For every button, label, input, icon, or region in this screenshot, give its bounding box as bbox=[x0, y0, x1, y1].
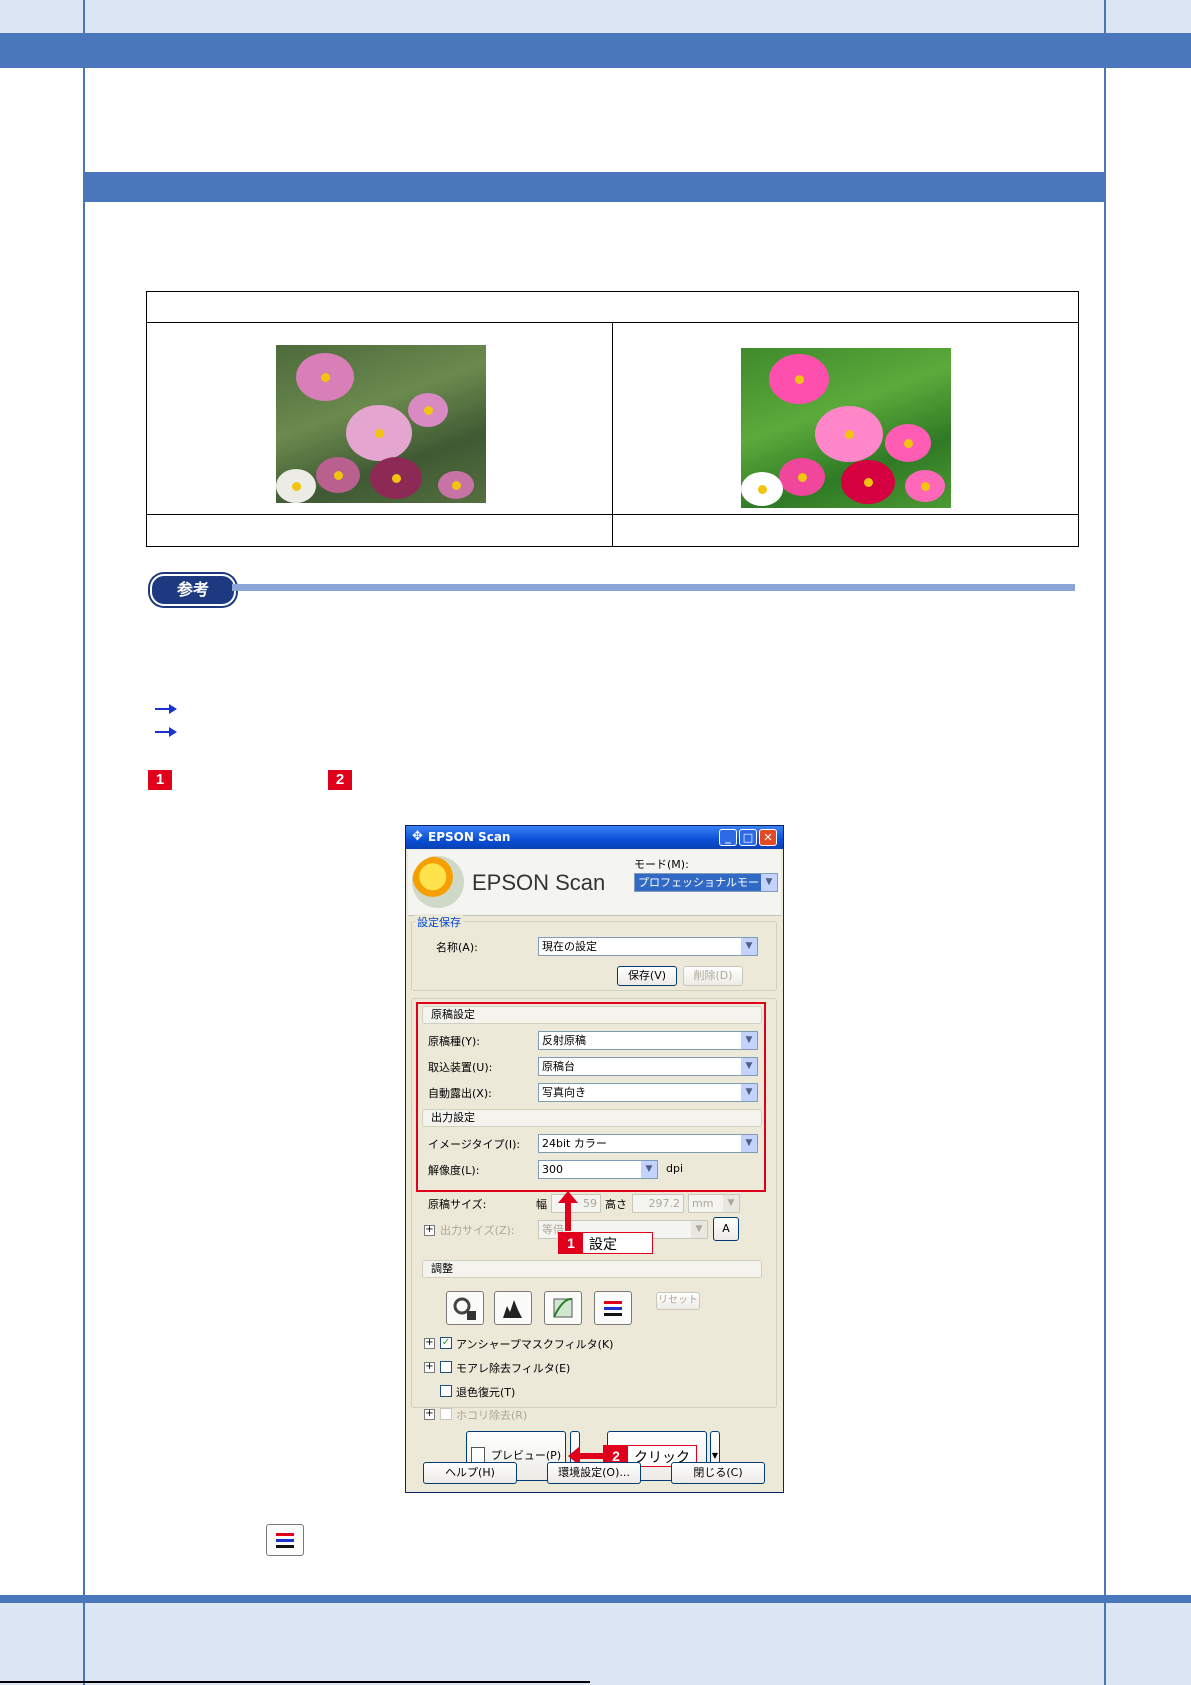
expand-unsharp-icon[interactable]: + bbox=[424, 1338, 435, 1349]
name-value: 現在の設定 bbox=[542, 940, 597, 953]
step-marker-2: 2 bbox=[328, 770, 352, 790]
unsharp-checkbox[interactable]: ✓ bbox=[440, 1337, 452, 1349]
auto-exposure-tool-button[interactable] bbox=[446, 1291, 484, 1325]
section-heading-bar bbox=[85, 172, 1105, 202]
unit-select[interactable]: mm ▼ bbox=[688, 1194, 740, 1213]
tone-curve-icon bbox=[553, 1297, 573, 1318]
callout-1-number: 1 bbox=[559, 1233, 583, 1253]
dust-removal-checkbox[interactable] bbox=[440, 1408, 452, 1420]
epson-scan-dialog: ✥ EPSON Scan _ □ ✕ EPSON Scan モード(M): プロ… bbox=[405, 825, 784, 1493]
preferences-button[interactable]: 環境設定(O)... bbox=[547, 1462, 641, 1484]
chevron-down-icon: ▼ bbox=[741, 938, 757, 955]
close-button[interactable]: 閉じる(C) bbox=[671, 1462, 765, 1484]
expand-dust-icon[interactable]: + bbox=[424, 1409, 435, 1420]
mode-label: モード(M): bbox=[634, 858, 689, 871]
header-bar bbox=[0, 33, 1191, 68]
height-label: 高さ bbox=[605, 1198, 627, 1211]
delete-button[interactable]: 削除(D) bbox=[683, 966, 743, 986]
chevron-down-icon: ▼ bbox=[691, 1221, 707, 1238]
right-margin-line bbox=[1104, 0, 1106, 1685]
doc-size-label: 原稿サイズ: bbox=[428, 1198, 487, 1211]
maximize-button[interactable]: □ bbox=[739, 829, 757, 846]
settings-highlight-box bbox=[416, 1002, 766, 1192]
app-icon: ✥ bbox=[412, 829, 423, 844]
settings-save-label: 設定保存 bbox=[415, 914, 463, 930]
moire-label: モアレ除去フィルタ(E) bbox=[456, 1362, 571, 1375]
unsharp-label: アンシャープマスクフィルタ(K) bbox=[456, 1338, 614, 1351]
color-balance-icon bbox=[604, 1301, 622, 1316]
color-adjust-inline-icon bbox=[266, 1524, 304, 1556]
histogram-tool-button[interactable] bbox=[494, 1291, 532, 1325]
dialog-title: EPSON Scan bbox=[428, 830, 511, 844]
photo-before bbox=[276, 345, 486, 503]
save-button[interactable]: 保存(V) bbox=[617, 966, 677, 986]
mode-select[interactable]: プロフェッショナルモード ▼ bbox=[634, 873, 778, 892]
height-field[interactable]: 297.2 bbox=[632, 1194, 684, 1213]
callout-1: 1 設定 bbox=[558, 1232, 653, 1254]
photo-after bbox=[741, 348, 951, 508]
unit-value: mm bbox=[692, 1197, 714, 1210]
arrow-right-icon bbox=[155, 704, 177, 714]
dialog-titlebar: ✥ EPSON Scan _ □ ✕ bbox=[406, 826, 783, 849]
callout-arrow-up-icon bbox=[558, 1191, 578, 1231]
output-size-lock-button[interactable]: A bbox=[713, 1217, 739, 1241]
color-adjust-tool-button[interactable] bbox=[594, 1291, 632, 1325]
adjust-header: 調整 bbox=[422, 1260, 762, 1278]
close-window-button[interactable]: ✕ bbox=[759, 829, 777, 846]
chevron-down-icon: ▼ bbox=[761, 874, 777, 891]
output-size-label: 出力サイズ(Z): bbox=[440, 1224, 515, 1237]
fade-restore-label: 退色復元(T) bbox=[456, 1386, 516, 1399]
minimize-button[interactable]: _ bbox=[719, 829, 737, 846]
header-band bbox=[0, 0, 1191, 33]
name-select[interactable]: 現在の設定 ▼ bbox=[538, 937, 758, 956]
reset-button[interactable]: リセット bbox=[656, 1292, 700, 1310]
color-balance-icon bbox=[276, 1533, 294, 1548]
banner-brand: EPSON Scan bbox=[472, 870, 606, 895]
chevron-down-icon: ▼ bbox=[723, 1195, 739, 1212]
note-rule bbox=[232, 584, 1075, 591]
mode-value: プロフェッショナルモード bbox=[638, 876, 770, 889]
dust-removal-label: ホコリ除去(R) bbox=[456, 1409, 528, 1422]
comparison-table-header bbox=[147, 292, 1078, 323]
dialog-banner: EPSON Scan モード(M): プロフェッショナルモード ▼ bbox=[408, 850, 781, 916]
magnifier-icon bbox=[453, 1297, 476, 1320]
note-icon: 参考 bbox=[150, 574, 236, 606]
footer-band bbox=[0, 1595, 1191, 1685]
name-label: 名称(A): bbox=[436, 941, 478, 954]
comparison-table bbox=[146, 291, 1079, 547]
expand-moire-icon[interactable]: + bbox=[424, 1362, 435, 1373]
left-margin-line bbox=[83, 0, 85, 1685]
histogram-icon bbox=[503, 1300, 522, 1318]
fade-restore-checkbox[interactable] bbox=[440, 1385, 452, 1397]
moire-checkbox[interactable] bbox=[440, 1361, 452, 1373]
comparison-table-footer-rule bbox=[147, 514, 1078, 515]
footer-rule bbox=[0, 1681, 590, 1683]
footer-bar bbox=[0, 1595, 1191, 1603]
preview-button-label: プレビュー(P) bbox=[490, 1449, 562, 1462]
help-button[interactable]: ヘルプ(H) bbox=[423, 1462, 517, 1484]
arrow-right-icon bbox=[155, 727, 177, 737]
scanner-logo-icon bbox=[412, 856, 464, 908]
tone-curve-tool-button[interactable] bbox=[544, 1291, 582, 1325]
callout-1-text: 設定 bbox=[589, 1237, 617, 1253]
expand-output-size-icon[interactable]: + bbox=[424, 1225, 435, 1236]
width-label: 幅 bbox=[536, 1198, 547, 1211]
step-marker-1: 1 bbox=[148, 770, 172, 790]
